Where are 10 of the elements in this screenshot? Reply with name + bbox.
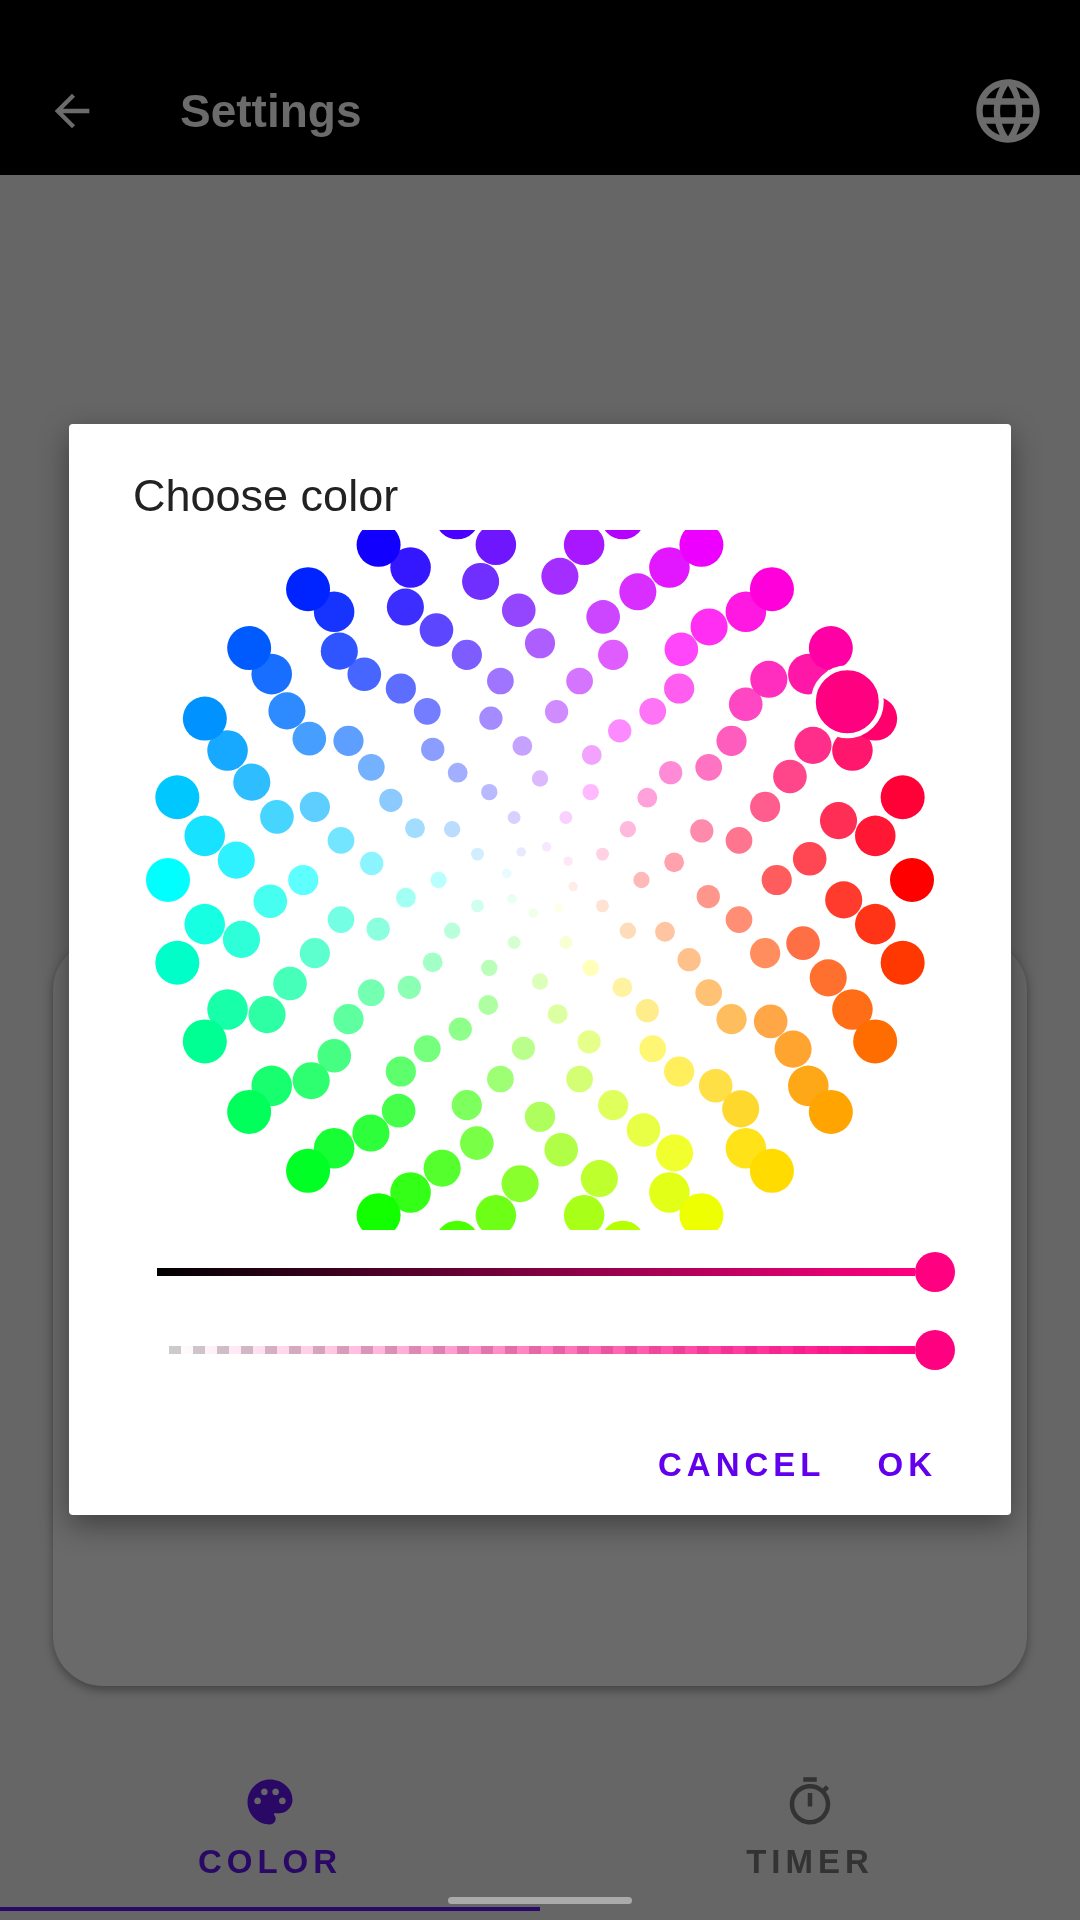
ok-button[interactable]: OK [871, 1436, 943, 1494]
slider-track[interactable] [169, 1346, 915, 1354]
app-title: Settings [180, 84, 363, 138]
slider-handle[interactable] [915, 1330, 955, 1370]
selected-color-swatch[interactable] [810, 665, 884, 739]
dialog-title: Choose color [133, 470, 399, 522]
slider-track[interactable] [157, 1268, 915, 1276]
color-wheel-drawing[interactable] [146, 530, 934, 1230]
cancel-button[interactable]: CANCEL [652, 1436, 832, 1494]
slider-handle[interactable] [915, 1252, 955, 1292]
